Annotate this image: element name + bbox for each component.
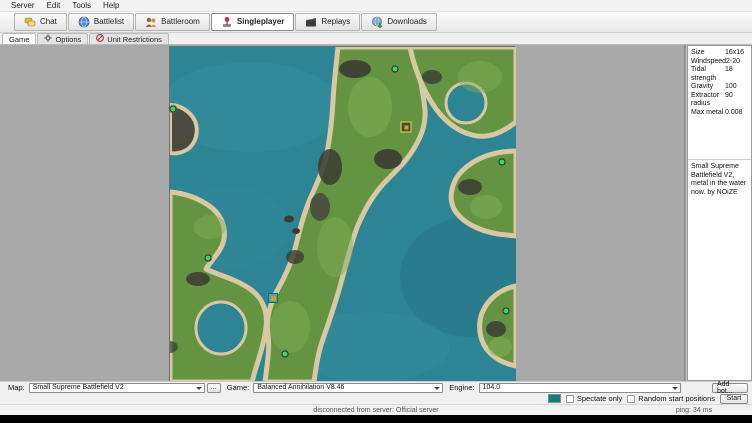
- menu-help[interactable]: Help: [98, 1, 124, 10]
- subtab-options[interactable]: Options: [37, 33, 88, 44]
- map-stats: Size16x16 Windspeed2-20 Tidal strength18…: [688, 46, 751, 121]
- main-tab-bar: Chat Battlelist Battleroom Singleplayer …: [0, 12, 752, 33]
- game-select[interactable]: Balanced Annihilation V8.46: [253, 383, 443, 393]
- start-position-marker[interactable]: [282, 351, 289, 358]
- chevron-down-icon: [434, 387, 440, 390]
- spectate-only-label: Spectate only: [577, 394, 622, 403]
- chevron-down-icon: [196, 387, 202, 390]
- random-start-checkbox[interactable]: [627, 395, 635, 403]
- map-description: Small Supreme Battlefield V2, metal in t…: [688, 159, 751, 200]
- engine-select-value: 104.0: [483, 384, 501, 391]
- tab-singleplayer[interactable]: Singleplayer: [211, 13, 295, 31]
- chat-icon: [24, 16, 36, 28]
- menu-edit[interactable]: Edit: [42, 1, 66, 10]
- tab-singleplayer-label: Singleplayer: [237, 17, 285, 26]
- connection-status: disconnected from server: Official serve…: [0, 407, 752, 414]
- unit-restrictions-icon: [96, 34, 104, 44]
- player-color-swatch[interactable]: [548, 394, 561, 403]
- stat-extractor: Extractor radius90: [691, 92, 748, 109]
- map-preview[interactable]: [169, 46, 515, 381]
- selection-bar: Map: Small Supreme Battlefield V2 ... Ga…: [0, 381, 752, 394]
- battle-subtab-bar: Game Options Unit Restrictions: [0, 33, 752, 45]
- stat-value: 2-20: [726, 58, 748, 67]
- menu-server[interactable]: Server: [6, 1, 40, 10]
- stat-size: Size16x16: [691, 49, 748, 58]
- map-select[interactable]: Small Supreme Battlefield V2: [29, 383, 205, 393]
- subtab-game[interactable]: Game: [2, 33, 36, 44]
- status-bar: disconnected from server: Official serve…: [0, 404, 752, 415]
- tab-battleroom-label: Battleroom: [161, 17, 200, 26]
- chevron-down-icon: [672, 387, 678, 390]
- map-select-value: Small Supreme Battlefield V2: [33, 384, 124, 391]
- stat-value: 18: [725, 66, 748, 83]
- engine-label: Engine:: [443, 383, 478, 392]
- main-area: Size16x16 Windspeed2-20 Tidal strength18…: [0, 45, 752, 381]
- start-options-bar: Spectate only Random start positions Sta…: [0, 394, 752, 405]
- start-position-marker[interactable]: [204, 254, 211, 261]
- subtab-game-label: Game: [9, 35, 29, 44]
- start-position-marker[interactable]: [498, 159, 505, 166]
- tab-downloads-label: Downloads: [387, 17, 427, 26]
- stat-label: Gravity: [691, 83, 725, 92]
- tab-replays[interactable]: Replays: [295, 13, 360, 31]
- random-start-option[interactable]: Random start positions: [627, 394, 715, 403]
- clapperboard-icon: [305, 16, 317, 28]
- map-image: [170, 47, 516, 381]
- selected-start-marker[interactable]: [400, 121, 411, 132]
- desktop-background: [0, 415, 752, 423]
- start-position-marker[interactable]: [503, 308, 510, 315]
- globe-icon: [78, 16, 90, 28]
- subtab-unit-restrictions-label: Unit Restrictions: [107, 35, 162, 44]
- tab-battlelist-label: Battlelist: [94, 17, 124, 26]
- download-globe-icon: [371, 16, 383, 28]
- users-icon: [145, 16, 157, 28]
- tab-chat[interactable]: Chat: [14, 13, 67, 31]
- stat-label: Windspeed: [691, 58, 726, 67]
- map-label: Map:: [2, 383, 29, 392]
- tab-replays-label: Replays: [321, 17, 350, 26]
- subtab-unit-restrictions[interactable]: Unit Restrictions: [89, 33, 169, 44]
- stat-label: Tidal strength: [691, 66, 725, 83]
- start-position-marker[interactable]: [169, 105, 176, 112]
- map-area: [0, 45, 684, 381]
- tab-downloads[interactable]: Downloads: [361, 13, 437, 31]
- spectate-only-option[interactable]: Spectate only: [566, 394, 622, 403]
- tab-battlelist[interactable]: Battlelist: [68, 13, 134, 31]
- stat-gravity: Gravity100: [691, 83, 748, 92]
- commander-marker[interactable]: [268, 293, 278, 303]
- random-start-label: Random start positions: [638, 394, 715, 403]
- map-browse-button[interactable]: ...: [207, 383, 221, 393]
- stat-label: Extractor radius: [691, 92, 725, 109]
- joystick-icon: [221, 16, 233, 28]
- stat-value: 90: [725, 92, 748, 109]
- game-select-value: Balanced Annihilation V8.46: [257, 384, 344, 391]
- engine-select[interactable]: 104.0: [479, 383, 681, 393]
- stat-value: 16x16: [725, 49, 748, 58]
- spectate-only-checkbox[interactable]: [566, 395, 574, 403]
- stat-windspeed: Windspeed2-20: [691, 58, 748, 67]
- add-bot-button[interactable]: Add bot...: [712, 383, 748, 393]
- map-info-panel: Size16x16 Windspeed2-20 Tidal strength18…: [687, 45, 752, 381]
- start-position-marker[interactable]: [391, 65, 398, 72]
- tab-chat-label: Chat: [40, 17, 57, 26]
- stat-value: 0.008: [725, 109, 748, 118]
- stat-maxmetal: Max metal0.008: [691, 109, 748, 118]
- ping-indicator: ping: 34 ms: [676, 407, 712, 414]
- start-options-group: Spectate only Random start positions Sta…: [548, 394, 748, 404]
- lobby-window: Server Edit Tools Help Chat Battlelist B…: [0, 0, 752, 415]
- options-gear-icon: [44, 34, 52, 44]
- subtab-options-label: Options: [55, 35, 81, 44]
- stat-tidal: Tidal strength18: [691, 66, 748, 83]
- tab-battleroom[interactable]: Battleroom: [135, 13, 210, 31]
- menu-bar: Server Edit Tools Help: [0, 0, 752, 12]
- stat-value: 100: [725, 83, 748, 92]
- menu-tools[interactable]: Tools: [67, 1, 96, 10]
- stat-label: Size: [691, 49, 725, 58]
- stat-label: Max metal: [691, 109, 725, 118]
- start-button[interactable]: Start: [720, 394, 748, 404]
- game-label: Game:: [221, 383, 254, 392]
